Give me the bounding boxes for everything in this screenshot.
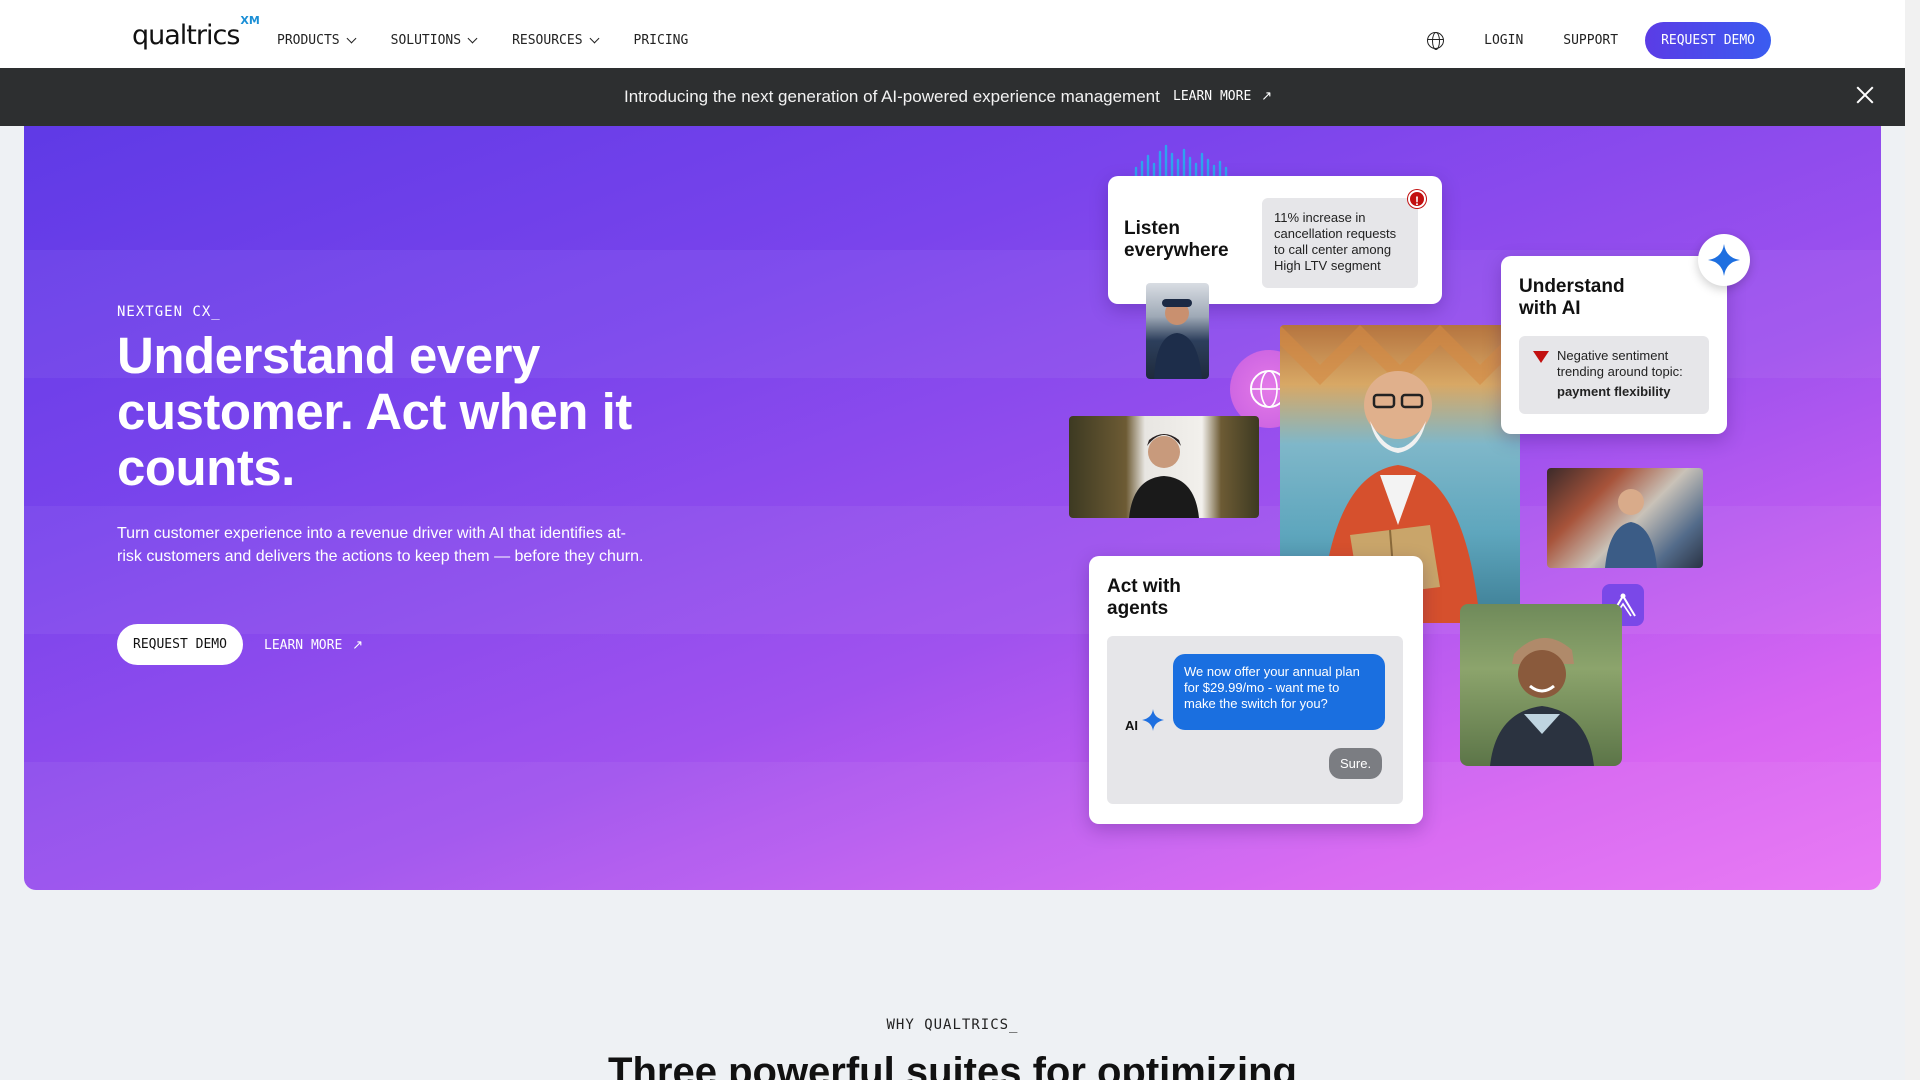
nav-menu: PRODUCTS SOLUTIONS RESOURCES PRICING [277, 33, 724, 48]
nav-pricing-label: PRICING [633, 33, 689, 48]
nav-products[interactable]: PRODUCTS [277, 33, 357, 48]
hero-title: Understand every customer. Act when it c… [117, 327, 632, 496]
customer-photo [1146, 283, 1209, 379]
hero-learn-more-label: LEARN MORE [264, 638, 343, 653]
nav-solutions[interactable]: SOLUTIONS [390, 33, 478, 48]
sparkle-icon [1708, 244, 1740, 276]
banner-learn-more-link[interactable]: LEARN MORE ↗ [1173, 89, 1272, 104]
ai-label: AI [1125, 718, 1138, 733]
arrow-up-right-icon: ↗ [1261, 89, 1273, 104]
hero-subtitle: Turn customer experience into a revenue … [117, 525, 644, 565]
person-silhouette [1129, 434, 1199, 518]
person-silhouette [1490, 637, 1594, 766]
hero-section: NEXTGEN CX_ Understand every customer. A… [24, 126, 1881, 890]
triangle-down-icon [1533, 351, 1549, 363]
top-nav: qualtricsXM PRODUCTS SOLUTIONS RESOURCES… [0, 0, 1905, 68]
nav-resources[interactable]: RESOURCES [512, 33, 599, 48]
act-card-title: Act with agents [1107, 576, 1181, 619]
qualtrics-logo[interactable]: qualtricsXM [132, 14, 260, 51]
hero-eyebrow: NEXTGEN CX_ [117, 304, 221, 320]
nav-pricing[interactable]: PRICING [634, 33, 689, 48]
ai-chat-bubble: We now offer your annual plan for $29.99… [1173, 654, 1385, 730]
announcement-banner: Introducing the next generation of AI-po… [0, 68, 1905, 126]
nav-products-label: PRODUCTS [277, 33, 340, 48]
user-reply-bubble: Sure. [1329, 748, 1383, 779]
hero-request-demo-button[interactable]: REQUEST DEMO [117, 624, 243, 665]
listen-card-note: 11% increase in cancellation requests to… [1262, 198, 1418, 288]
suites-heading: Three powerful suites for optimizing [608, 1050, 1297, 1080]
act-card: Act with agents We now offer your annual… [1089, 556, 1423, 824]
hero-stripe [24, 762, 1881, 890]
chevron-down-icon [467, 33, 478, 44]
understand-note-text: Negative sentiment trending around topic… [1557, 348, 1683, 379]
customer-photo [1069, 416, 1259, 518]
banner-link-label: LEARN MORE [1173, 89, 1252, 104]
close-icon[interactable] [1855, 85, 1875, 105]
person-silhouette [1154, 299, 1202, 379]
globe-icon[interactable] [1427, 32, 1445, 50]
login-link[interactable]: LOGIN [1484, 33, 1523, 48]
arrow-up-right-icon: ↗ [352, 638, 364, 653]
alert-icon: ! [1408, 190, 1426, 208]
listen-card-title: Listen everywhere [1124, 218, 1229, 261]
nav-resources-label: RESOURCES [512, 33, 583, 48]
logo-xm: XM [240, 14, 260, 27]
customer-photo [1547, 468, 1703, 568]
understand-topic: payment flexibility [1557, 384, 1671, 399]
chat-panel: We now offer your annual plan for $29.99… [1107, 636, 1403, 804]
person-silhouette [1605, 489, 1657, 568]
chevron-down-icon [589, 33, 599, 44]
hero-learn-more-link[interactable]: LEARN MORE ↗ [264, 638, 363, 653]
page-scrollbar[interactable] [1905, 0, 1920, 1080]
why-qualtrics-eyebrow: WHY QUALTRICS_ [886, 1017, 1019, 1033]
customer-photo [1460, 604, 1622, 766]
understand-card: Understand with AI Negative sentiment tr… [1501, 256, 1727, 434]
sparkle-icon [1142, 709, 1164, 731]
sparkle-badge [1698, 234, 1750, 286]
nav-right: LOGIN SUPPORT REQUEST DEMO [1427, 22, 1771, 59]
chevron-down-icon [346, 33, 357, 44]
request-demo-button[interactable]: REQUEST DEMO [1645, 22, 1771, 59]
logo-text: qualtrics [132, 20, 240, 51]
nav-solutions-label: SOLUTIONS [390, 33, 462, 48]
understand-card-title: Understand with AI [1519, 276, 1625, 319]
understand-card-note: Negative sentiment trending around topic… [1519, 336, 1709, 414]
banner-text: Introducing the next generation of AI-po… [624, 87, 1160, 106]
support-link[interactable]: SUPPORT [1563, 33, 1618, 48]
